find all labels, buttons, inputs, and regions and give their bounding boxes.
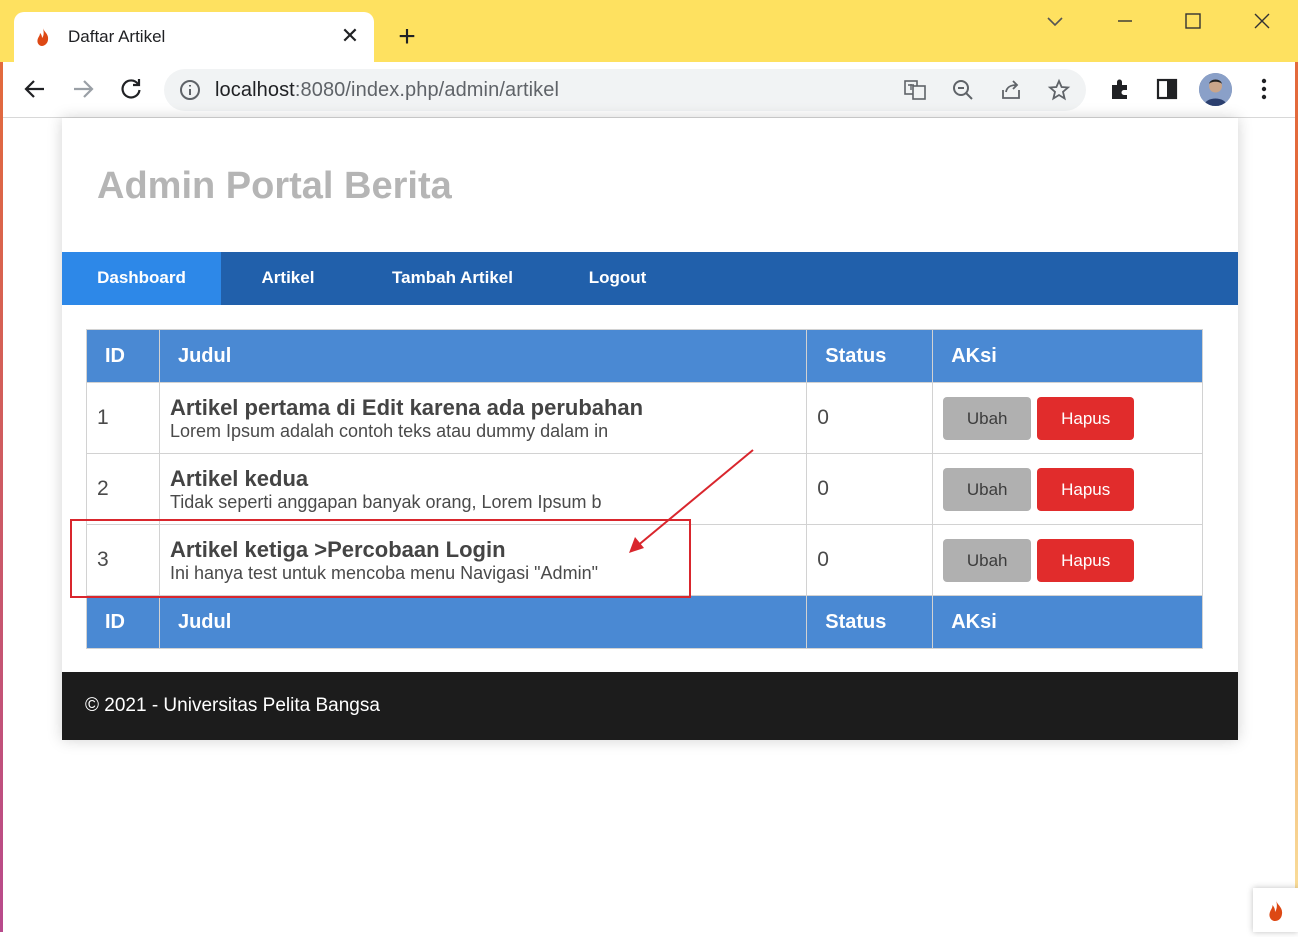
avatar-portrait-icon (1199, 73, 1232, 106)
new-tab-icon[interactable]: + (392, 22, 422, 52)
footer-copyright: © 2021 - Universitas Pelita Bangsa (85, 695, 380, 716)
delete-button[interactable]: Hapus (1037, 396, 1135, 440)
profile-avatar[interactable] (1199, 73, 1232, 106)
row-status: 0 (806, 524, 934, 596)
header-id: ID (86, 329, 160, 383)
nav-item-logout[interactable]: Logout (550, 252, 685, 305)
row-actions: Ubah Hapus (932, 524, 1203, 596)
share-icon[interactable] (999, 78, 1023, 102)
codeigniter-favicon-icon (37, 28, 49, 46)
site-info-icon[interactable] (178, 78, 202, 102)
extensions-puzzle-icon[interactable] (1107, 76, 1133, 102)
minimize-icon[interactable] (1110, 8, 1140, 36)
desktop-edge-left (0, 62, 3, 932)
annotation-arrow-icon (629, 449, 754, 553)
header-aksi: AKsi (932, 329, 1203, 383)
row-id: 1 (86, 382, 160, 454)
table-footer-row: ID Judul Status AKsi (86, 595, 1203, 649)
page-container: Admin Portal Berita Dashboard Artikel Ta… (62, 118, 1238, 740)
codeigniter-flame-icon (1269, 900, 1283, 921)
annotation-highlight-box (70, 519, 691, 598)
tab-search-chevron-icon[interactable] (1040, 8, 1070, 36)
close-window-icon[interactable] (1247, 8, 1277, 36)
tab-title: Daftar Artikel (68, 27, 166, 46)
row-id: 2 (86, 453, 160, 525)
footer-header-id: ID (86, 595, 160, 649)
header-judul: Judul (158, 329, 808, 383)
translate-icon[interactable] (903, 78, 927, 102)
article-excerpt: Lorem Ipsum adalah contoh teks atau dumm… (169, 420, 609, 441)
delete-button[interactable]: Hapus (1037, 467, 1135, 511)
header-status: Status (806, 329, 934, 383)
row-status: 0 (806, 382, 934, 454)
forward-icon[interactable] (70, 76, 96, 102)
row-actions: Ubah Hapus (932, 382, 1203, 454)
bookmark-star-icon[interactable] (1047, 78, 1071, 102)
edit-button[interactable]: Ubah (943, 467, 1032, 511)
zoom-out-icon[interactable] (951, 78, 975, 102)
row-status: 0 (806, 453, 934, 525)
tab-close-icon[interactable]: ✕ (340, 24, 360, 48)
delete-button[interactable]: Hapus (1037, 538, 1135, 582)
nav-item-dashboard[interactable]: Dashboard (62, 252, 221, 305)
row-actions: Ubah Hapus (932, 453, 1203, 525)
browser-toolbar: localhost:8080/index.php/admin/artikel (0, 62, 1298, 118)
site-title: Admin Portal Berita (97, 165, 452, 207)
maximize-icon[interactable] (1178, 8, 1208, 36)
main-navbar: Dashboard Artikel Tambah Artikel Logout (62, 252, 1238, 305)
nav-item-tambah-artikel[interactable]: Tambah Artikel (355, 252, 550, 305)
back-icon[interactable] (22, 76, 48, 102)
footer-header-status: Status (806, 595, 934, 649)
page-footer: © 2021 - Universitas Pelita Bangsa (62, 672, 1238, 740)
codeigniter-debug-toolbar-button[interactable] (1253, 888, 1298, 932)
nav-item-artikel[interactable]: Artikel (221, 252, 355, 305)
browser-titlebar: Daftar Artikel ✕ + (0, 0, 1298, 64)
edit-button[interactable]: Ubah (943, 538, 1032, 582)
reload-icon[interactable] (118, 76, 144, 102)
browser-tab[interactable]: Daftar Artikel ✕ (14, 12, 374, 64)
browser-menu-icon[interactable] (1251, 76, 1277, 102)
table-header-row: ID Judul Status AKsi (86, 329, 1203, 383)
footer-header-judul: Judul (158, 595, 808, 649)
footer-header-aksi: AKsi (932, 595, 1203, 649)
url-text[interactable]: localhost:8080/index.php/admin/artikel (215, 79, 559, 102)
side-panel-icon[interactable] (1154, 76, 1180, 102)
article-title: Artikel pertama di Edit karena ada perub… (169, 394, 644, 420)
edit-button[interactable]: Ubah (943, 396, 1032, 440)
address-bar[interactable]: localhost:8080/index.php/admin/artikel (164, 69, 1086, 111)
